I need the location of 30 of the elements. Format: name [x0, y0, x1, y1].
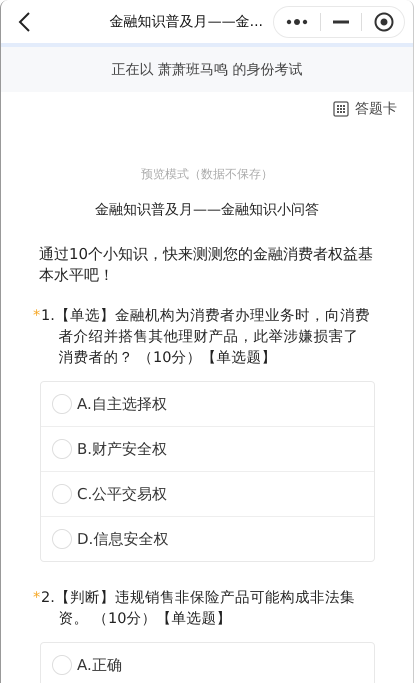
option-row[interactable]: A.自主选择权	[41, 382, 374, 426]
answer-card-button[interactable]: 答题卡	[333, 100, 397, 118]
option-label: B.财产安全权	[77, 440, 168, 458]
question-text: 2.【判断】违规销售非保险产品可能构成非法集资。 （10分）【单选题】	[41, 589, 356, 629]
question-text: 1.【单选】金融机构为消费者办理业务时，向消费者介绍并搭售其他理财产品，此举涉嫌损害了消费者的？ （10分）【单选题】	[41, 307, 371, 368]
option-row[interactable]: C.公平交易权	[41, 471, 374, 516]
preview-note: 预览模式（数据不保存）	[140, 166, 274, 183]
page-title: 金融知识普及月——金...	[108, 12, 264, 30]
radio-button[interactable]	[52, 655, 72, 675]
option-row[interactable]: B.财产安全权	[41, 426, 374, 471]
option-label: D.信息安全权	[77, 530, 168, 548]
identity-text: 正在以 萧萧班马鸣 的身份考试	[112, 60, 302, 78]
radio-button[interactable]	[52, 394, 72, 414]
option-row[interactable]: A.正确	[41, 643, 374, 683]
option-label: A.自主选择权	[77, 394, 167, 414]
option-label: C.公平交易权	[77, 484, 168, 504]
option-row[interactable]: D.信息安全权	[41, 516, 374, 561]
survey-title: 金融知识普及月——金融知识小问答	[94, 201, 320, 219]
minimize-icon[interactable]	[333, 20, 349, 24]
required-mark: *	[33, 589, 41, 608]
radio-button[interactable]	[52, 484, 72, 504]
survey-intro: 通过10个小知识，快来测测您的金融消费者权益基本水平吧！	[39, 244, 374, 286]
required-mark: *	[33, 307, 41, 326]
close-icon[interactable]	[374, 12, 394, 32]
more-icon[interactable]	[286, 18, 308, 26]
grid-icon	[333, 101, 349, 117]
option-label: A.正确	[77, 656, 122, 674]
radio-button[interactable]	[52, 439, 72, 459]
radio-button[interactable]	[52, 529, 72, 549]
back-icon[interactable]	[17, 10, 31, 32]
